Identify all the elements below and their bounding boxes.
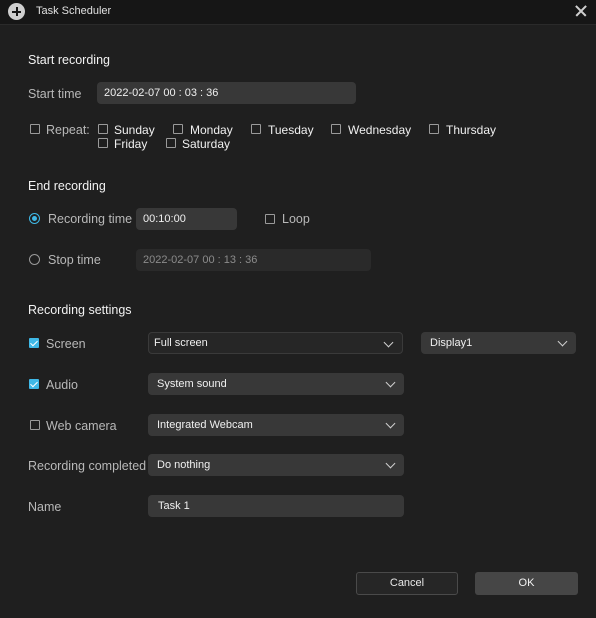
stop-time-input[interactable]: 2022-02-07 00 : 13 : 36 [136,249,371,271]
window-title: Task Scheduler [36,5,112,17]
start-time-input[interactable]: 2022-02-07 00 : 03 : 36 [97,82,356,104]
screen-mode-value: Full screen [154,337,208,349]
chevron-down-icon [385,418,396,429]
repeat-label: Repeat: [46,123,90,137]
start-time-label: Start time [28,87,82,101]
ok-button[interactable]: OK [475,572,578,595]
chevron-down-icon [557,336,568,347]
chevron-down-icon [383,337,394,348]
recording-settings-title: Recording settings [28,303,132,317]
start-recording-title: Start recording [28,53,110,67]
loop-label: Loop [282,212,310,226]
saturday-label: Saturday [182,137,231,151]
monday-checkbox[interactable] [173,124,183,134]
chevron-down-icon [385,458,396,469]
loop-checkbox[interactable] [265,214,275,224]
saturday-checkbox[interactable] [166,138,176,148]
monday-label: Monday [190,123,233,137]
friday-checkbox[interactable] [98,138,108,148]
name-label: Name [28,500,62,514]
display-select[interactable]: Display1 [421,332,576,354]
recording-completed-label: Recording completed [28,459,147,473]
friday-label: Friday [114,137,148,151]
chevron-down-icon [385,377,396,388]
audio-label: Audio [46,378,78,392]
completed-action-value: Do nothing [157,459,211,471]
add-circle-icon [8,3,25,20]
tuesday-checkbox[interactable] [251,124,261,134]
recording-time-label: Recording time [48,212,133,226]
screen-mode-select[interactable]: Full screen [148,332,403,354]
repeat-checkbox[interactable] [30,124,40,134]
wednesday-checkbox[interactable] [331,124,341,134]
webcam-label: Web camera [46,419,117,433]
stop-time-radio[interactable] [29,254,40,265]
wednesday-label: Wednesday [348,123,412,137]
completed-action-select[interactable]: Do nothing [148,454,404,476]
audio-source-select[interactable]: System sound [148,373,404,395]
display-value: Display1 [430,337,473,349]
tuesday-label: Tuesday [268,123,314,137]
webcam-source-select[interactable]: Integrated Webcam [148,414,404,436]
sunday-checkbox[interactable] [98,124,108,134]
end-recording-title: End recording [28,179,106,193]
recording-time-radio[interactable] [29,213,40,224]
close-icon[interactable] [572,2,590,20]
cancel-button[interactable]: Cancel [356,572,458,595]
recording-time-input[interactable]: 00:10:00 [136,208,237,230]
thursday-checkbox[interactable] [429,124,439,134]
screen-checkbox[interactable] [29,338,39,348]
audio-checkbox[interactable] [29,379,39,389]
screen-label: Screen [46,337,86,351]
thursday-label: Thursday [446,123,497,137]
audio-source-value: System sound [157,378,227,390]
task-name-input[interactable]: Task 1 [148,495,404,517]
webcam-source-value: Integrated Webcam [157,419,253,431]
stop-time-label: Stop time [48,253,101,267]
webcam-checkbox[interactable] [30,420,40,430]
sunday-label: Sunday [114,123,155,137]
title-bar: Task Scheduler [0,0,596,25]
